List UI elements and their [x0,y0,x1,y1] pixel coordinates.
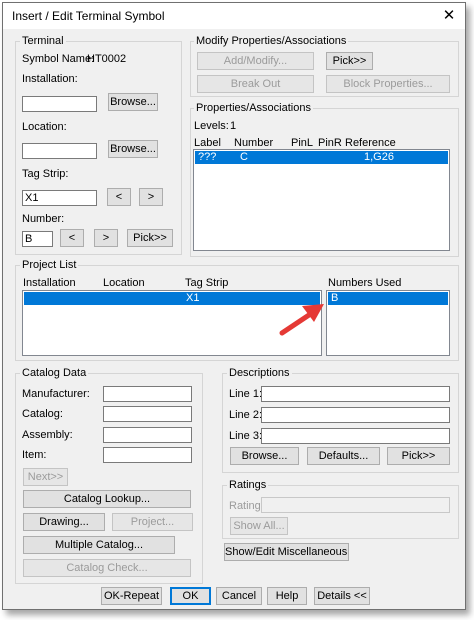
modify-group-title: Modify Properties/Associations [194,35,349,47]
number-field[interactable]: B [22,231,53,247]
project-list[interactable]: X1 [22,290,322,356]
assembly-label: Assembly: [22,429,73,441]
properties-row-number: C [240,151,248,163]
tag-strip-label: Tag Strip: [22,168,69,180]
symbol-name-label: Symbol Name: [22,53,95,65]
line3-field[interactable] [261,428,450,444]
title-bar[interactable]: Insert / Edit Terminal Symbol ✕ [3,3,465,29]
project-button[interactable]: Project... [112,513,193,531]
break-out-button[interactable]: Break Out [197,75,314,93]
multiple-catalog-button[interactable]: Multiple Catalog... [23,536,175,554]
block-properties-button[interactable]: Block Properties... [326,75,450,93]
defaults-button[interactable]: Defaults... [307,447,380,465]
help-button[interactable]: Help [267,587,307,605]
item-label: Item: [22,449,47,461]
levels-value: 1 [230,120,237,132]
ratings-group-title: Ratings [227,479,269,491]
installation-field[interactable] [22,96,97,112]
project-row-selected[interactable]: X1 [24,292,320,305]
modify-pick-button[interactable]: Pick>> [326,52,373,70]
drawing-button[interactable]: Drawing... [23,513,105,531]
item-field[interactable] [103,447,192,463]
properties-group-title: Properties/Associations [194,102,313,114]
number-pick-button[interactable]: Pick>> [127,229,173,247]
catalog-lookup-button[interactable]: Catalog Lookup... [23,490,191,508]
numbers-used-list[interactable]: B [326,290,450,356]
manufacturer-field[interactable] [103,386,192,402]
tag-strip-field[interactable]: X1 [22,190,97,206]
project-col-installation: Installation [23,277,76,289]
descriptions-browse-button[interactable]: Browse... [230,447,299,465]
properties-list[interactable]: ??? C 1,G26 [193,149,450,251]
descriptions-pick-button[interactable]: Pick>> [387,447,450,465]
location-browse-button[interactable]: Browse... [108,140,158,158]
installation-label: Installation: [22,73,78,85]
numbers-used-item-text: B [331,292,339,304]
properties-row-label: ??? [198,151,217,163]
numbers-used-label: Numbers Used [328,277,402,289]
number-prev-button[interactable]: < [60,229,84,247]
ok-repeat-button[interactable]: OK-Repeat [101,587,162,605]
project-list-title: Project List [20,259,79,271]
catalog-check-button[interactable]: Catalog Check... [23,559,191,577]
project-col-tag-strip: Tag Strip [185,277,229,289]
ok-button[interactable]: OK [170,587,211,605]
close-icon[interactable]: ✕ [439,6,459,26]
symbol-name-value: HT0002 [87,53,127,65]
project-col-location: Location [103,277,145,289]
line1-label: Line 1: [229,388,263,400]
add-modify-button[interactable]: Add/Modify... [197,52,314,70]
descriptions-group-title: Descriptions [227,367,292,379]
number-label: Number: [22,213,65,225]
location-field[interactable] [22,143,97,159]
line3-label: Line 3: [229,430,263,442]
cancel-button[interactable]: Cancel [216,587,262,605]
show-edit-misc-button[interactable]: Show/Edit Miscellaneous... [224,543,349,561]
installation-browse-button[interactable]: Browse... [108,93,158,111]
assembly-field[interactable] [103,427,192,443]
numbers-used-item-selected[interactable]: B [328,292,448,305]
rating-label: Rating: [229,500,264,512]
terminal-group-title: Terminal [20,35,66,47]
manufacturer-label: Manufacturer: [22,388,90,400]
tag-strip-next-button[interactable]: > [139,188,163,206]
line2-label: Line 2: [229,409,263,421]
line1-field[interactable] [261,386,450,402]
next-button[interactable]: Next>> [23,468,68,486]
dialog-window: Insert / Edit Terminal Symbol ✕ Terminal… [2,2,466,610]
rating-field[interactable] [261,497,450,513]
catalog-field[interactable] [103,406,192,422]
project-row-tag-strip: X1 [186,292,200,304]
catalog-label: Catalog: [22,408,63,420]
location-label: Location: [22,121,67,133]
properties-row-selected[interactable]: ??? C 1,G26 [195,151,448,164]
properties-row-reference: 1,G26 [364,151,394,163]
tag-strip-prev-button[interactable]: < [107,188,131,206]
catalog-group-title: Catalog Data [20,367,89,379]
details-button[interactable]: Details << [314,587,370,605]
dialog-title: Insert / Edit Terminal Symbol [12,9,165,23]
levels-label: Levels: [194,120,229,132]
show-all-button[interactable]: Show All... [230,517,288,535]
line2-field[interactable] [261,407,450,423]
number-next-button[interactable]: > [94,229,118,247]
